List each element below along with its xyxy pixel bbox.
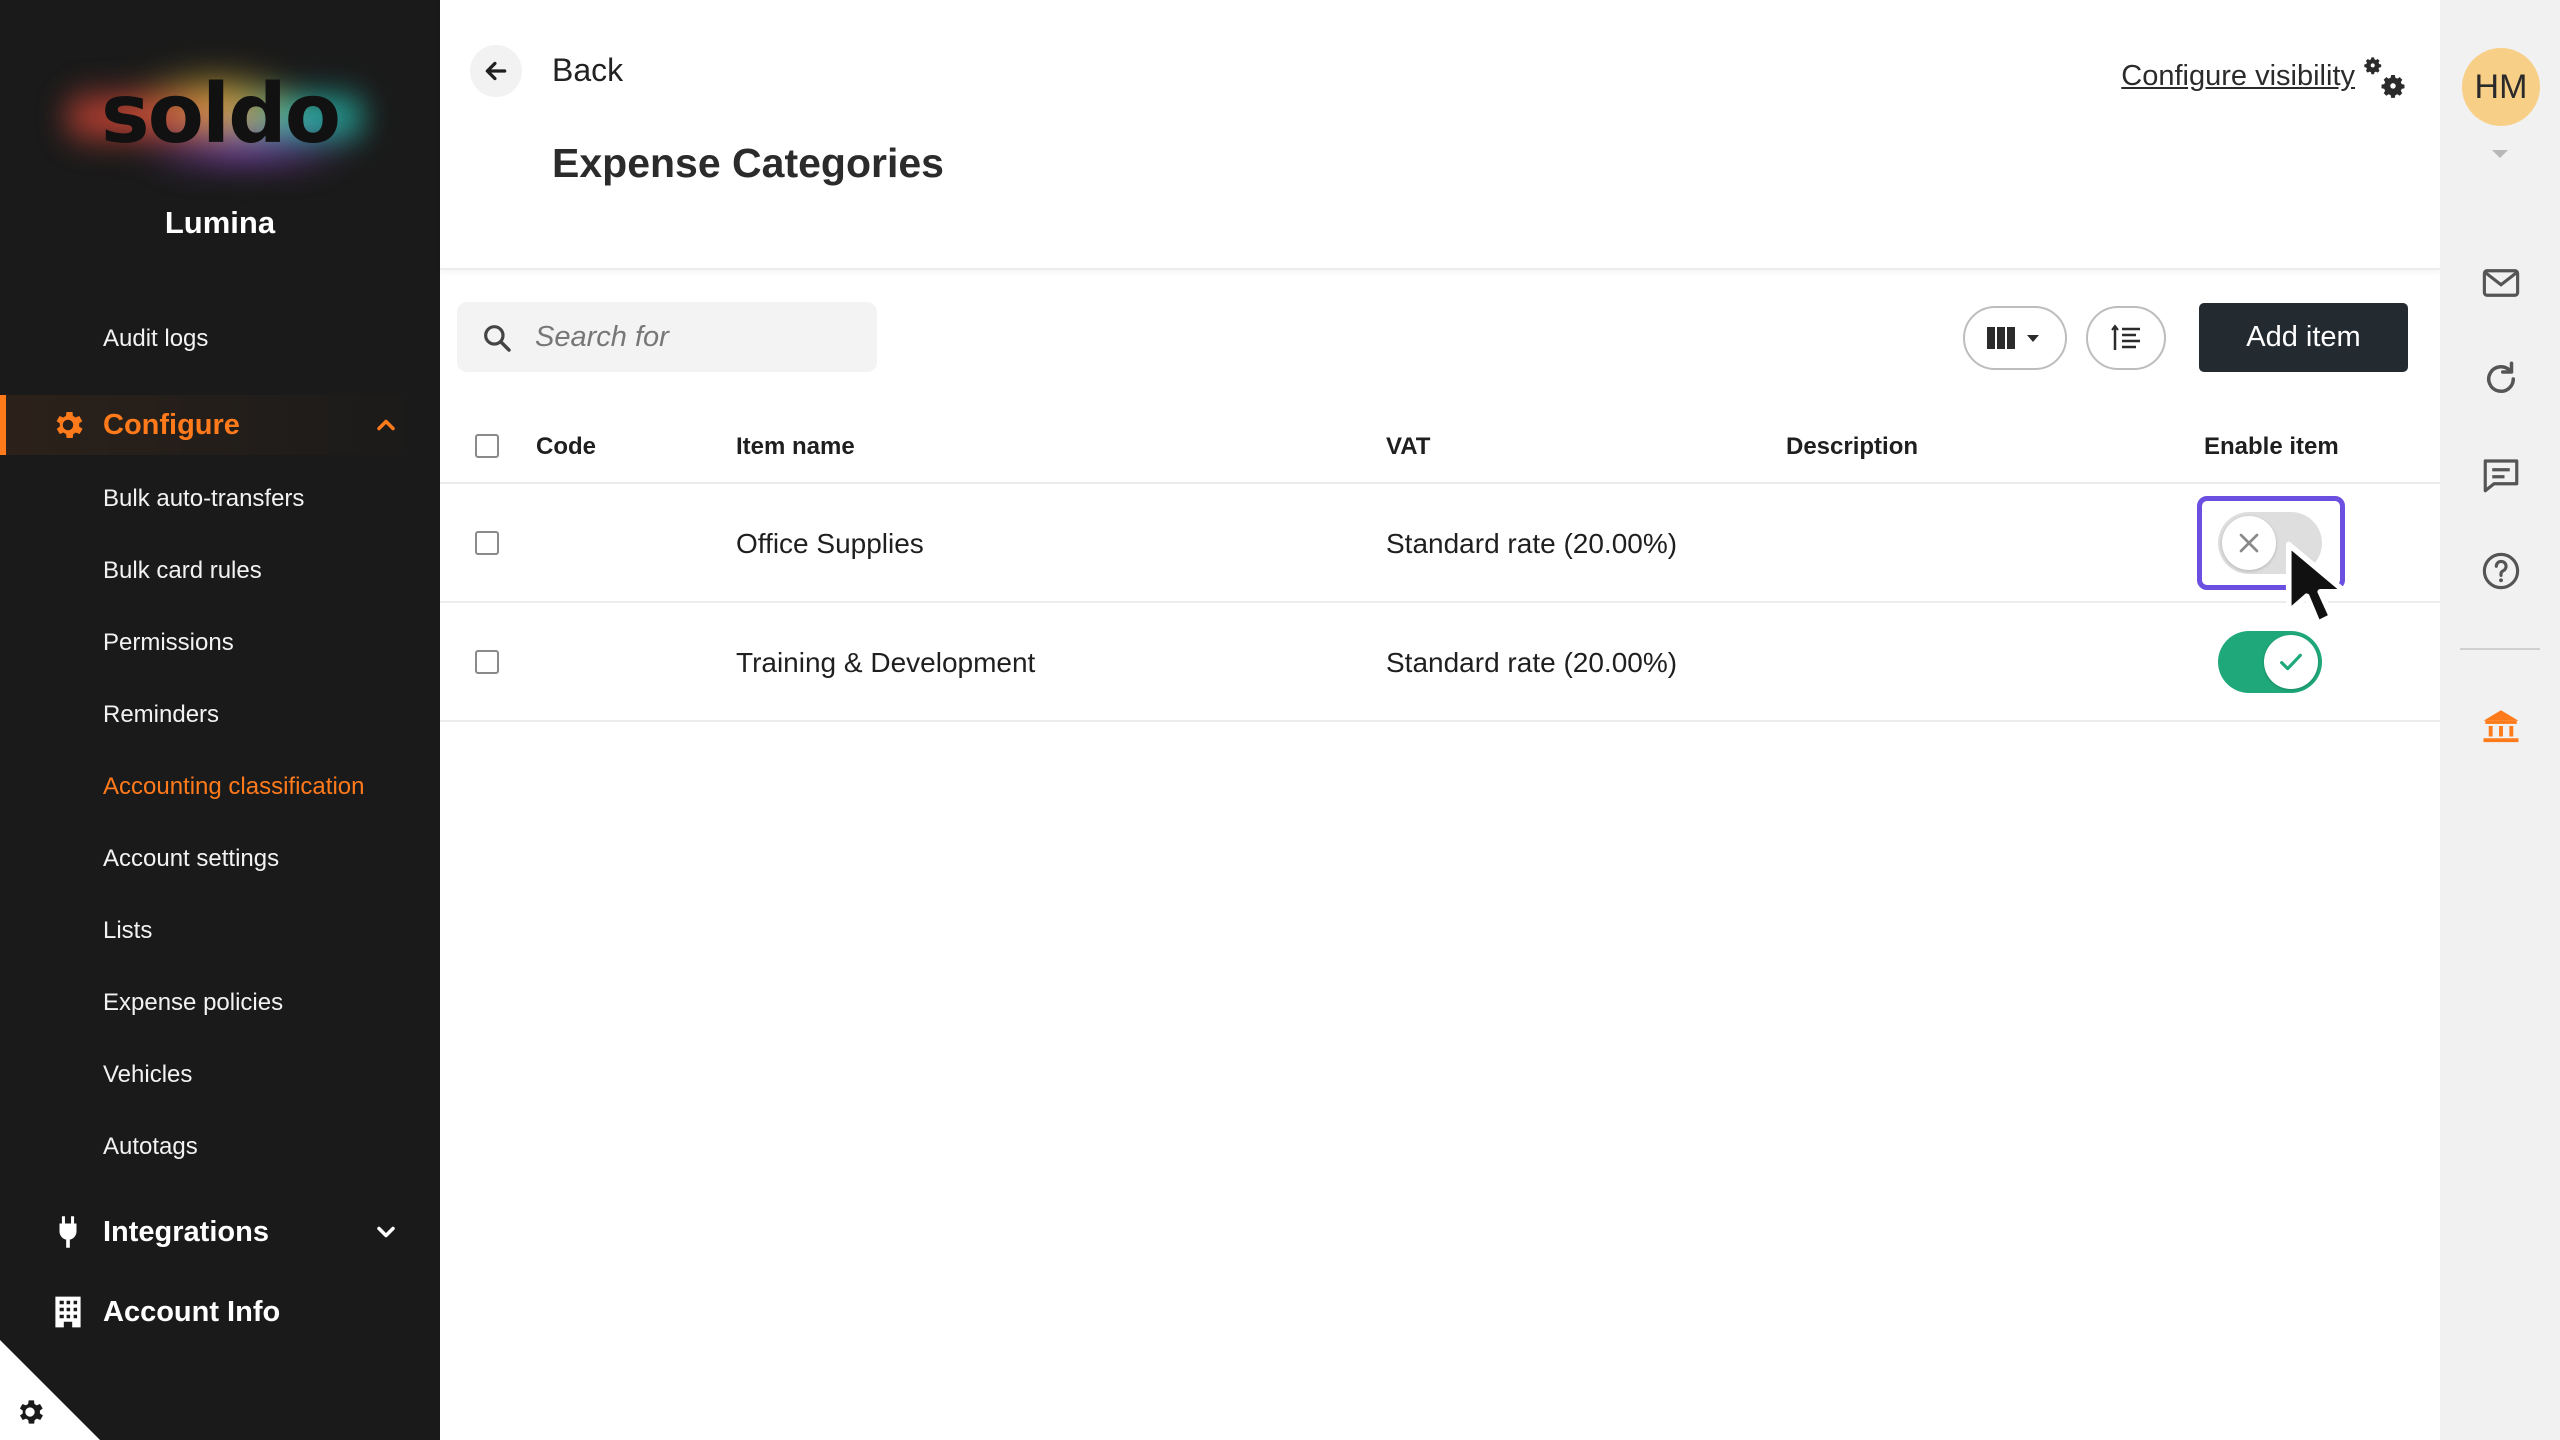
right-rail: HM: [2440, 0, 2560, 1440]
expense-categories-table: Code Item name VAT Description Enable it…: [440, 410, 2440, 722]
cell-item-name: Training & Development: [736, 647, 1036, 678]
chevron-up-icon: [377, 419, 395, 431]
organization-name: Lumina: [164, 205, 276, 240]
row-checkbox[interactable]: [475, 531, 499, 555]
back-label[interactable]: Back: [552, 52, 623, 89]
sidebar-item-autotags[interactable]: Autotags: [103, 1133, 198, 1161]
column-header-enable-item[interactable]: Enable item: [2204, 433, 2339, 461]
mail-icon[interactable]: [2480, 262, 2522, 304]
bank-icon[interactable]: [2480, 705, 2522, 747]
settings-gear-icon[interactable]: [14, 1396, 46, 1428]
soldo-logo: soldo: [55, 50, 385, 190]
building-icon: [48, 1292, 88, 1332]
rail-divider: [2460, 648, 2540, 650]
sidebar: soldo Lumina Audit logs Configure Bulk a…: [0, 0, 440, 1440]
x-icon: [2239, 533, 2259, 553]
table-header: Code Item name VAT Description Enable it…: [440, 410, 2440, 484]
column-header-item-name[interactable]: Item name: [736, 433, 855, 461]
columns-toggle-button[interactable]: [1963, 306, 2067, 370]
column-header-code[interactable]: Code: [536, 433, 596, 461]
sidebar-item-bulk-card-rules[interactable]: Bulk card rules: [103, 557, 262, 585]
sidebar-item-audit-logs[interactable]: Audit logs: [103, 325, 208, 353]
mouse-pointer-icon: [2285, 541, 2348, 627]
caret-down-icon[interactable]: [2490, 148, 2510, 160]
table-row[interactable]: Training & Development Standard rate (20…: [440, 603, 2440, 722]
add-item-button[interactable]: Add item: [2199, 303, 2408, 372]
table-row[interactable]: Office Supplies Standard rate (20.00%): [440, 484, 2440, 603]
sort-order-button[interactable]: [2086, 306, 2166, 370]
refresh-icon[interactable]: [2480, 358, 2522, 400]
column-header-description[interactable]: Description: [1786, 433, 1918, 461]
chevron-down-icon: [377, 1226, 395, 1238]
gear-icon: [48, 405, 88, 445]
toggle-knob: [2222, 516, 2276, 570]
sidebar-item-accounting-classification[interactable]: Accounting classification: [103, 773, 364, 801]
gears-icon[interactable]: [2364, 56, 2410, 102]
chat-icon[interactable]: [2480, 454, 2522, 496]
toggle-knob: [2264, 635, 2318, 689]
columns-icon: [1987, 327, 2039, 349]
page-header: Back Expense Categories Configure visibi…: [440, 0, 2440, 270]
sidebar-item-bulk-auto-transfers[interactable]: Bulk auto-transfers: [103, 485, 304, 513]
logo-text: soldo: [100, 67, 341, 162]
search-input[interactable]: [535, 302, 865, 372]
plug-icon: [48, 1212, 88, 1252]
row-checkbox[interactable]: [475, 650, 499, 674]
sidebar-item-vehicles[interactable]: Vehicles: [103, 1061, 192, 1089]
cell-vat: Standard rate (20.00%): [1386, 528, 1678, 559]
sidebar-section-account-info[interactable]: Account Info: [0, 1282, 440, 1342]
check-icon: [2280, 653, 2302, 671]
enable-toggle-on[interactable]: [2218, 631, 2322, 693]
sort-list-icon: [2111, 324, 2140, 350]
page-title: Expense Categories: [552, 140, 944, 186]
sidebar-item-reminders[interactable]: Reminders: [103, 701, 219, 729]
help-icon[interactable]: [2480, 550, 2522, 592]
configure-visibility-link[interactable]: Configure visibility: [2121, 60, 2355, 93]
sidebar-section-label: Account Info: [103, 1295, 281, 1328]
search-field[interactable]: [457, 302, 877, 372]
cell-vat: Standard rate (20.00%): [1386, 647, 1678, 678]
sidebar-section-configure[interactable]: Configure: [0, 395, 440, 455]
cell-item-name: Office Supplies: [736, 528, 924, 559]
sidebar-section-label: Configure: [103, 408, 240, 441]
column-header-vat[interactable]: VAT: [1386, 433, 1430, 461]
arrow-left-icon: [485, 61, 507, 81]
back-button[interactable]: [470, 45, 522, 97]
sidebar-section-label: Integrations: [103, 1215, 269, 1248]
sidebar-item-expense-policies[interactable]: Expense policies: [103, 989, 283, 1017]
sidebar-section-integrations[interactable]: Integrations: [0, 1202, 440, 1262]
user-avatar[interactable]: HM: [2462, 48, 2540, 126]
main-content: Back Expense Categories Configure visibi…: [440, 0, 2440, 1440]
sidebar-item-lists[interactable]: Lists: [103, 917, 152, 945]
sidebar-item-account-settings[interactable]: Account settings: [103, 845, 279, 873]
search-icon: [484, 325, 511, 352]
select-all-checkbox[interactable]: [475, 434, 499, 458]
sidebar-item-permissions[interactable]: Permissions: [103, 629, 234, 657]
